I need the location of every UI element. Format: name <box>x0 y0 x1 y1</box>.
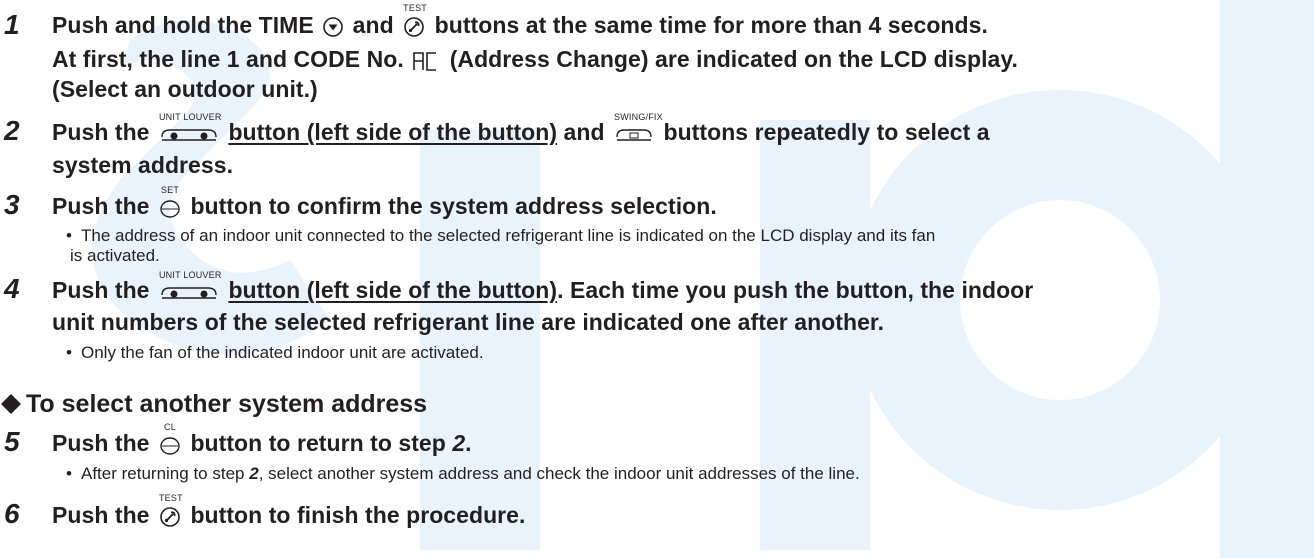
step-number: 2 <box>4 115 20 146</box>
step-1-line-1: Push and hold the TIME and TEST buttons … <box>52 2 988 38</box>
test-button-icon: TEST <box>159 493 183 528</box>
lcd-code-ac-icon <box>412 51 440 71</box>
step-4-bullet: Only the fan of the indicated indoor uni… <box>81 343 484 362</box>
step-2-line-2: system address. <box>52 152 234 178</box>
step-4-line-1: Push the UNIT LOUVER button (left side o… <box>52 269 1034 303</box>
step-5-line-1: Push the CL button to return to step 2. <box>52 421 472 456</box>
step-number: 5 <box>4 426 20 457</box>
instructions: 1 Push and hold the TIME and TEST button… <box>0 0 1314 558</box>
bullet: • <box>66 464 72 483</box>
step-number: 1 <box>4 9 20 40</box>
step-3-line-1: Push the SET button to confirm the syste… <box>52 184 717 219</box>
diamond-icon <box>0 390 22 418</box>
step-number: 6 <box>4 498 20 529</box>
step-number: 3 <box>4 189 20 220</box>
section-heading: To select another system address <box>0 390 427 418</box>
cl-button-icon: CL <box>159 422 181 455</box>
step-2-line-1: Push the UNIT LOUVER button (left side o… <box>52 111 990 145</box>
time-down-icon <box>322 16 344 38</box>
step-5-bullet: After returning to step 2, select anothe… <box>81 464 860 483</box>
bullet: • <box>66 343 72 362</box>
step-3-bullet: The address of an indoor unit connected … <box>81 226 936 245</box>
swing-fix-button-icon: SWING/FIX <box>614 112 663 143</box>
test-button-icon: TEST <box>403 3 427 38</box>
unit-louver-button-icon: UNIT LOUVER <box>159 112 221 143</box>
set-button-icon: SET <box>159 185 181 218</box>
step-6-line-1: Push the TEST button to finish the proce… <box>52 492 526 528</box>
step-1-line-2: At first, the line 1 and CODE No. (Addre… <box>52 46 1018 72</box>
step-1-line-3: (Select an outdoor unit.) <box>52 76 318 102</box>
step-4-line-2: unit numbers of the selected refrigerant… <box>52 309 885 335</box>
bullet: • <box>66 226 72 245</box>
step-number: 4 <box>4 273 20 304</box>
unit-louver-button-icon: UNIT LOUVER <box>159 270 221 301</box>
step-3-bullet-cont: is activated. <box>70 246 160 265</box>
